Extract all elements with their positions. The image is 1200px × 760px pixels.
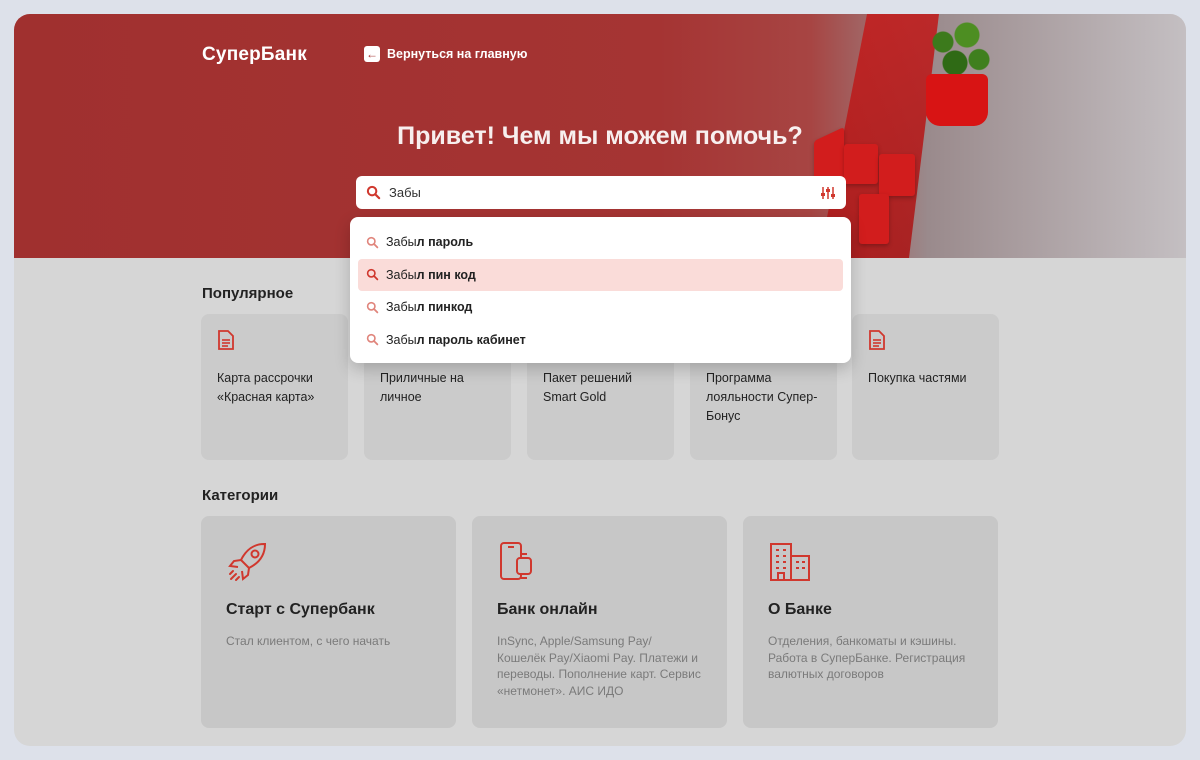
category-title: О Банке bbox=[768, 601, 832, 618]
phone-watch-icon bbox=[500, 542, 532, 580]
search-field[interactable]: Забы bbox=[356, 176, 846, 209]
document-icon bbox=[218, 330, 234, 350]
suggestion-text: Забыл пинкод bbox=[386, 300, 473, 315]
document-icon bbox=[869, 330, 885, 350]
popular-card-label: Пакет решений Smart Gold bbox=[543, 371, 633, 404]
search-icon bbox=[366, 185, 381, 200]
search-suggestions: Забыл пароль Забыл пин код Забыл пинкод … bbox=[350, 217, 851, 363]
filter-settings-icon[interactable] bbox=[820, 185, 836, 201]
suggestion-text: Забыл пин код bbox=[386, 267, 476, 282]
search-icon bbox=[366, 301, 379, 314]
suggestion-text: Забыл пароль кабинет bbox=[386, 332, 526, 347]
suggestion-text: Забыл пароль bbox=[386, 235, 474, 250]
buildings-icon bbox=[770, 543, 810, 581]
category-title: Банк онлайн bbox=[497, 601, 598, 618]
popular-card-label: Карта рассрочки «Красная карта» bbox=[217, 371, 315, 404]
popular-card-label: Покупка частями bbox=[868, 371, 967, 385]
category-card-start[interactable]: Старт с Супербанк Стал клиентом, с чего … bbox=[201, 516, 456, 728]
suggestion-item[interactable]: Забыл пароль bbox=[358, 226, 843, 259]
brand-logo[interactable]: СуперБанк bbox=[202, 44, 307, 66]
popular-card[interactable]: Покупка частями bbox=[852, 314, 999, 460]
popular-card-label: Приличные на личное bbox=[380, 371, 464, 404]
arrow-left-icon: ← bbox=[364, 46, 380, 62]
search-input[interactable]: Забы bbox=[389, 185, 820, 200]
search-icon bbox=[366, 269, 379, 281]
category-description: Стал клиентом, с чего начать bbox=[226, 634, 391, 648]
category-title: Старт с Супербанк bbox=[226, 601, 375, 618]
decor-pot bbox=[926, 74, 988, 126]
popular-card-label: Программа лояльности Супер-Бонус bbox=[706, 371, 818, 423]
app-frame: СуперБанк ← Вернуться на главную Привет!… bbox=[14, 14, 1186, 746]
search-icon bbox=[366, 236, 379, 249]
suggestion-item[interactable]: Забыл пинкод bbox=[358, 291, 843, 324]
category-card-about[interactable]: О Банке Отделения, банкоматы и кэшины. Р… bbox=[743, 516, 998, 728]
category-description: InSync, Apple/Samsung Pay/ Кошелёк Pay/X… bbox=[497, 634, 701, 698]
category-card-online[interactable]: Банк онлайн InSync, Apple/Samsung Pay/ К… bbox=[472, 516, 727, 728]
search-icon bbox=[366, 334, 379, 346]
suggestion-item-highlighted[interactable]: Забыл пин код bbox=[358, 258, 843, 291]
suggestion-item[interactable]: Забыл пароль кабинет bbox=[358, 324, 843, 357]
categories-heading: Категории bbox=[202, 487, 279, 504]
back-to-home-link[interactable]: ← Вернуться на главную bbox=[364, 46, 527, 62]
popular-card[interactable]: Карта рассрочки «Красная карта» bbox=[201, 314, 348, 460]
rocket-icon bbox=[228, 543, 267, 581]
hero-title: Привет! Чем мы можем помочь? bbox=[397, 122, 803, 150]
category-description: Отделения, банкоматы и кэшины. Работа в … bbox=[768, 634, 966, 681]
back-link-label: Вернуться на главную bbox=[387, 47, 528, 61]
popular-heading: Популярное bbox=[202, 285, 294, 302]
